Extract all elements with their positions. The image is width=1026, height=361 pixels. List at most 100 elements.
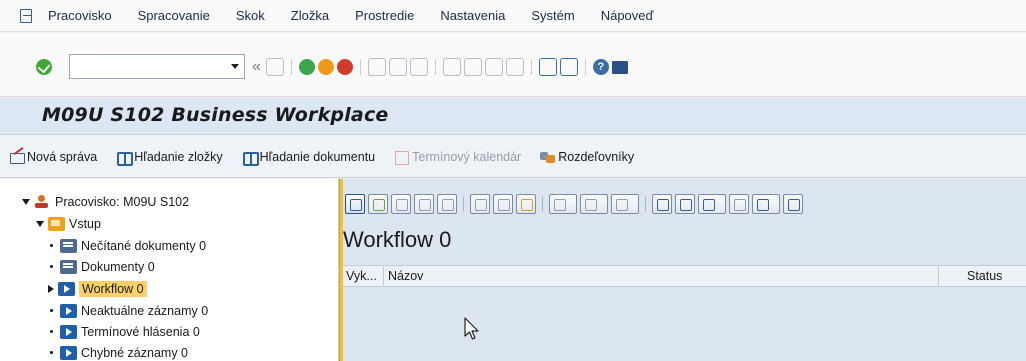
shortcut-icon[interactable] — [559, 58, 578, 76]
tree-item-label: Neaktuálne záznamy 0 — [81, 303, 209, 318]
find-document-button[interactable]: Hľadanie dokumentu — [242, 149, 376, 166]
tree-item-outdated[interactable]: Neaktuálne záznamy 0 — [48, 300, 208, 321]
create-session-icon[interactable] — [538, 58, 557, 76]
reject-icon[interactable] — [437, 194, 457, 214]
workflow-icon — [60, 324, 77, 339]
create-icon[interactable] — [580, 194, 608, 214]
command-field[interactable] — [69, 54, 245, 79]
tree-item-unread[interactable]: Nečítané dokumenty 0 — [48, 235, 206, 256]
details-icon[interactable] — [470, 194, 490, 214]
workflow-title: Workflow 0 — [343, 227, 452, 252]
toolbar-icons: « ? — [252, 57, 628, 77]
help-icon[interactable]: ? — [592, 59, 609, 75]
first-page-icon[interactable] — [442, 58, 461, 76]
workflow-icon — [60, 345, 77, 360]
appointment-calendar-label: Termínový kalendár — [412, 149, 522, 164]
filter-set-icon[interactable] — [752, 194, 780, 214]
column-header-nazov[interactable]: Názov — [388, 269, 423, 283]
menu-prostredie[interactable]: Prostredie — [355, 8, 414, 23]
previous-page-icon[interactable] — [463, 58, 482, 76]
distribution-lists-button[interactable]: Rozdeľovníky — [540, 150, 634, 164]
align-icon[interactable] — [493, 194, 513, 214]
save-icon[interactable] — [265, 58, 284, 76]
expand-arrow-icon[interactable] — [36, 220, 44, 227]
find-folder-button[interactable]: Hľadanie zložky — [116, 149, 223, 166]
column-header-status[interactable]: Status — [967, 269, 1002, 283]
folder-tree: Pracovisko: M09U S102 Vstup Nečítané dok… — [0, 179, 339, 361]
tree-item-deadline[interactable]: Termínové hlásenia 0 — [48, 321, 200, 342]
tree-item-label: Dokumenty 0 — [81, 259, 155, 274]
toolbar-separator — [359, 59, 361, 75]
tree-bullet — [50, 330, 53, 333]
preview-icon[interactable] — [675, 194, 695, 214]
binoculars-icon[interactable] — [783, 194, 803, 214]
tree-item-label: Nečítané dokumenty 0 — [81, 238, 207, 253]
note-icon[interactable] — [516, 194, 536, 214]
grid-header: Vyk... Názov Status — [343, 265, 1026, 287]
exit-icon[interactable] — [317, 59, 334, 75]
next-page-icon[interactable] — [484, 58, 503, 76]
appointment-calendar-button[interactable]: Termínový kalendár — [394, 149, 522, 165]
menu-spracovanie[interactable]: Spracovanie — [138, 8, 210, 23]
enter-check-icon[interactable] — [36, 59, 52, 75]
toolbar-separator — [645, 196, 646, 212]
chevron-down-icon[interactable] — [231, 64, 239, 69]
title-area: M09U S102 Business Workplace — [0, 98, 1026, 135]
menu-pracovisko[interactable]: Pracovisko — [48, 8, 112, 23]
menu-list-icon[interactable] — [18, 8, 34, 23]
menu-system[interactable]: Systém — [531, 8, 574, 23]
toolbar-separator — [542, 196, 543, 212]
refresh-icon[interactable] — [345, 194, 365, 214]
column-separator[interactable] — [938, 266, 939, 287]
menu-skok[interactable]: Skok — [236, 8, 265, 23]
find-folder-label: Hľadanie zložky — [134, 149, 223, 164]
content-panel: Workflow 0 Vyk... Názov Status — [343, 179, 1026, 361]
layout-icon[interactable] — [611, 194, 639, 214]
workflow-icon — [58, 281, 75, 296]
customize-layout-icon[interactable] — [611, 60, 628, 74]
menu-zlozka[interactable]: Zložka — [291, 8, 329, 23]
toolbar-separator — [530, 59, 532, 75]
find-icon[interactable] — [388, 58, 407, 76]
tree-item-documents[interactable]: Dokumenty 0 — [48, 256, 155, 277]
tree-node-root[interactable]: Pracovisko: M09U S102 — [22, 191, 189, 212]
new-message-label: Nová správa — [27, 149, 98, 164]
new-message-button[interactable]: Nová správa — [9, 150, 97, 164]
document-icon — [60, 259, 77, 274]
execute-icon[interactable] — [368, 194, 388, 214]
last-page-icon[interactable] — [505, 58, 524, 76]
display-icon[interactable] — [414, 194, 434, 214]
print-icon[interactable] — [652, 194, 672, 214]
command-input[interactable] — [70, 55, 220, 78]
expand-arrow-icon[interactable] — [22, 198, 30, 205]
forward-icon[interactable] — [391, 194, 411, 214]
back-chevron-icon[interactable]: « — [252, 58, 261, 76]
mouse-cursor-icon — [464, 317, 479, 340]
binoculars-icon — [242, 150, 259, 166]
collapsed-arrow-icon[interactable] — [48, 284, 54, 293]
menu-bar: Pracovisko Spracovanie Skok Zložka Prost… — [0, 0, 1026, 32]
back-icon[interactable] — [298, 59, 315, 75]
document-icon — [60, 238, 77, 253]
columns-icon[interactable] — [698, 194, 726, 214]
binoculars-icon — [116, 150, 134, 166]
attachment-icon[interactable] — [549, 194, 577, 214]
calendar-icon — [394, 150, 410, 165]
tree-node-inbox[interactable]: Vstup — [36, 213, 101, 234]
print-icon[interactable] — [367, 58, 386, 76]
menu-nastavenia[interactable]: Nastavenia — [440, 8, 505, 23]
toolbar-separator — [290, 59, 292, 75]
filter-icon[interactable] — [729, 194, 749, 214]
column-header-vyk[interactable]: Vyk... — [346, 269, 377, 283]
menu-napoved[interactable]: Nápoveď — [601, 8, 654, 23]
tree-bullet — [50, 244, 53, 247]
cancel-icon[interactable] — [336, 59, 353, 75]
find-next-icon[interactable] — [409, 58, 428, 76]
tree-item-errors[interactable]: Chybné záznamy 0 — [48, 342, 188, 361]
inbox-icon — [48, 216, 65, 231]
tree-item-workflow[interactable]: Workflow 0 — [48, 278, 147, 299]
column-separator[interactable] — [383, 266, 384, 287]
tree-item-label: Chybné záznamy 0 — [81, 345, 189, 360]
find-document-label: Hľadanie dokumentu — [259, 149, 376, 164]
distribution-lists-label: Rozdeľovníky — [558, 149, 635, 164]
